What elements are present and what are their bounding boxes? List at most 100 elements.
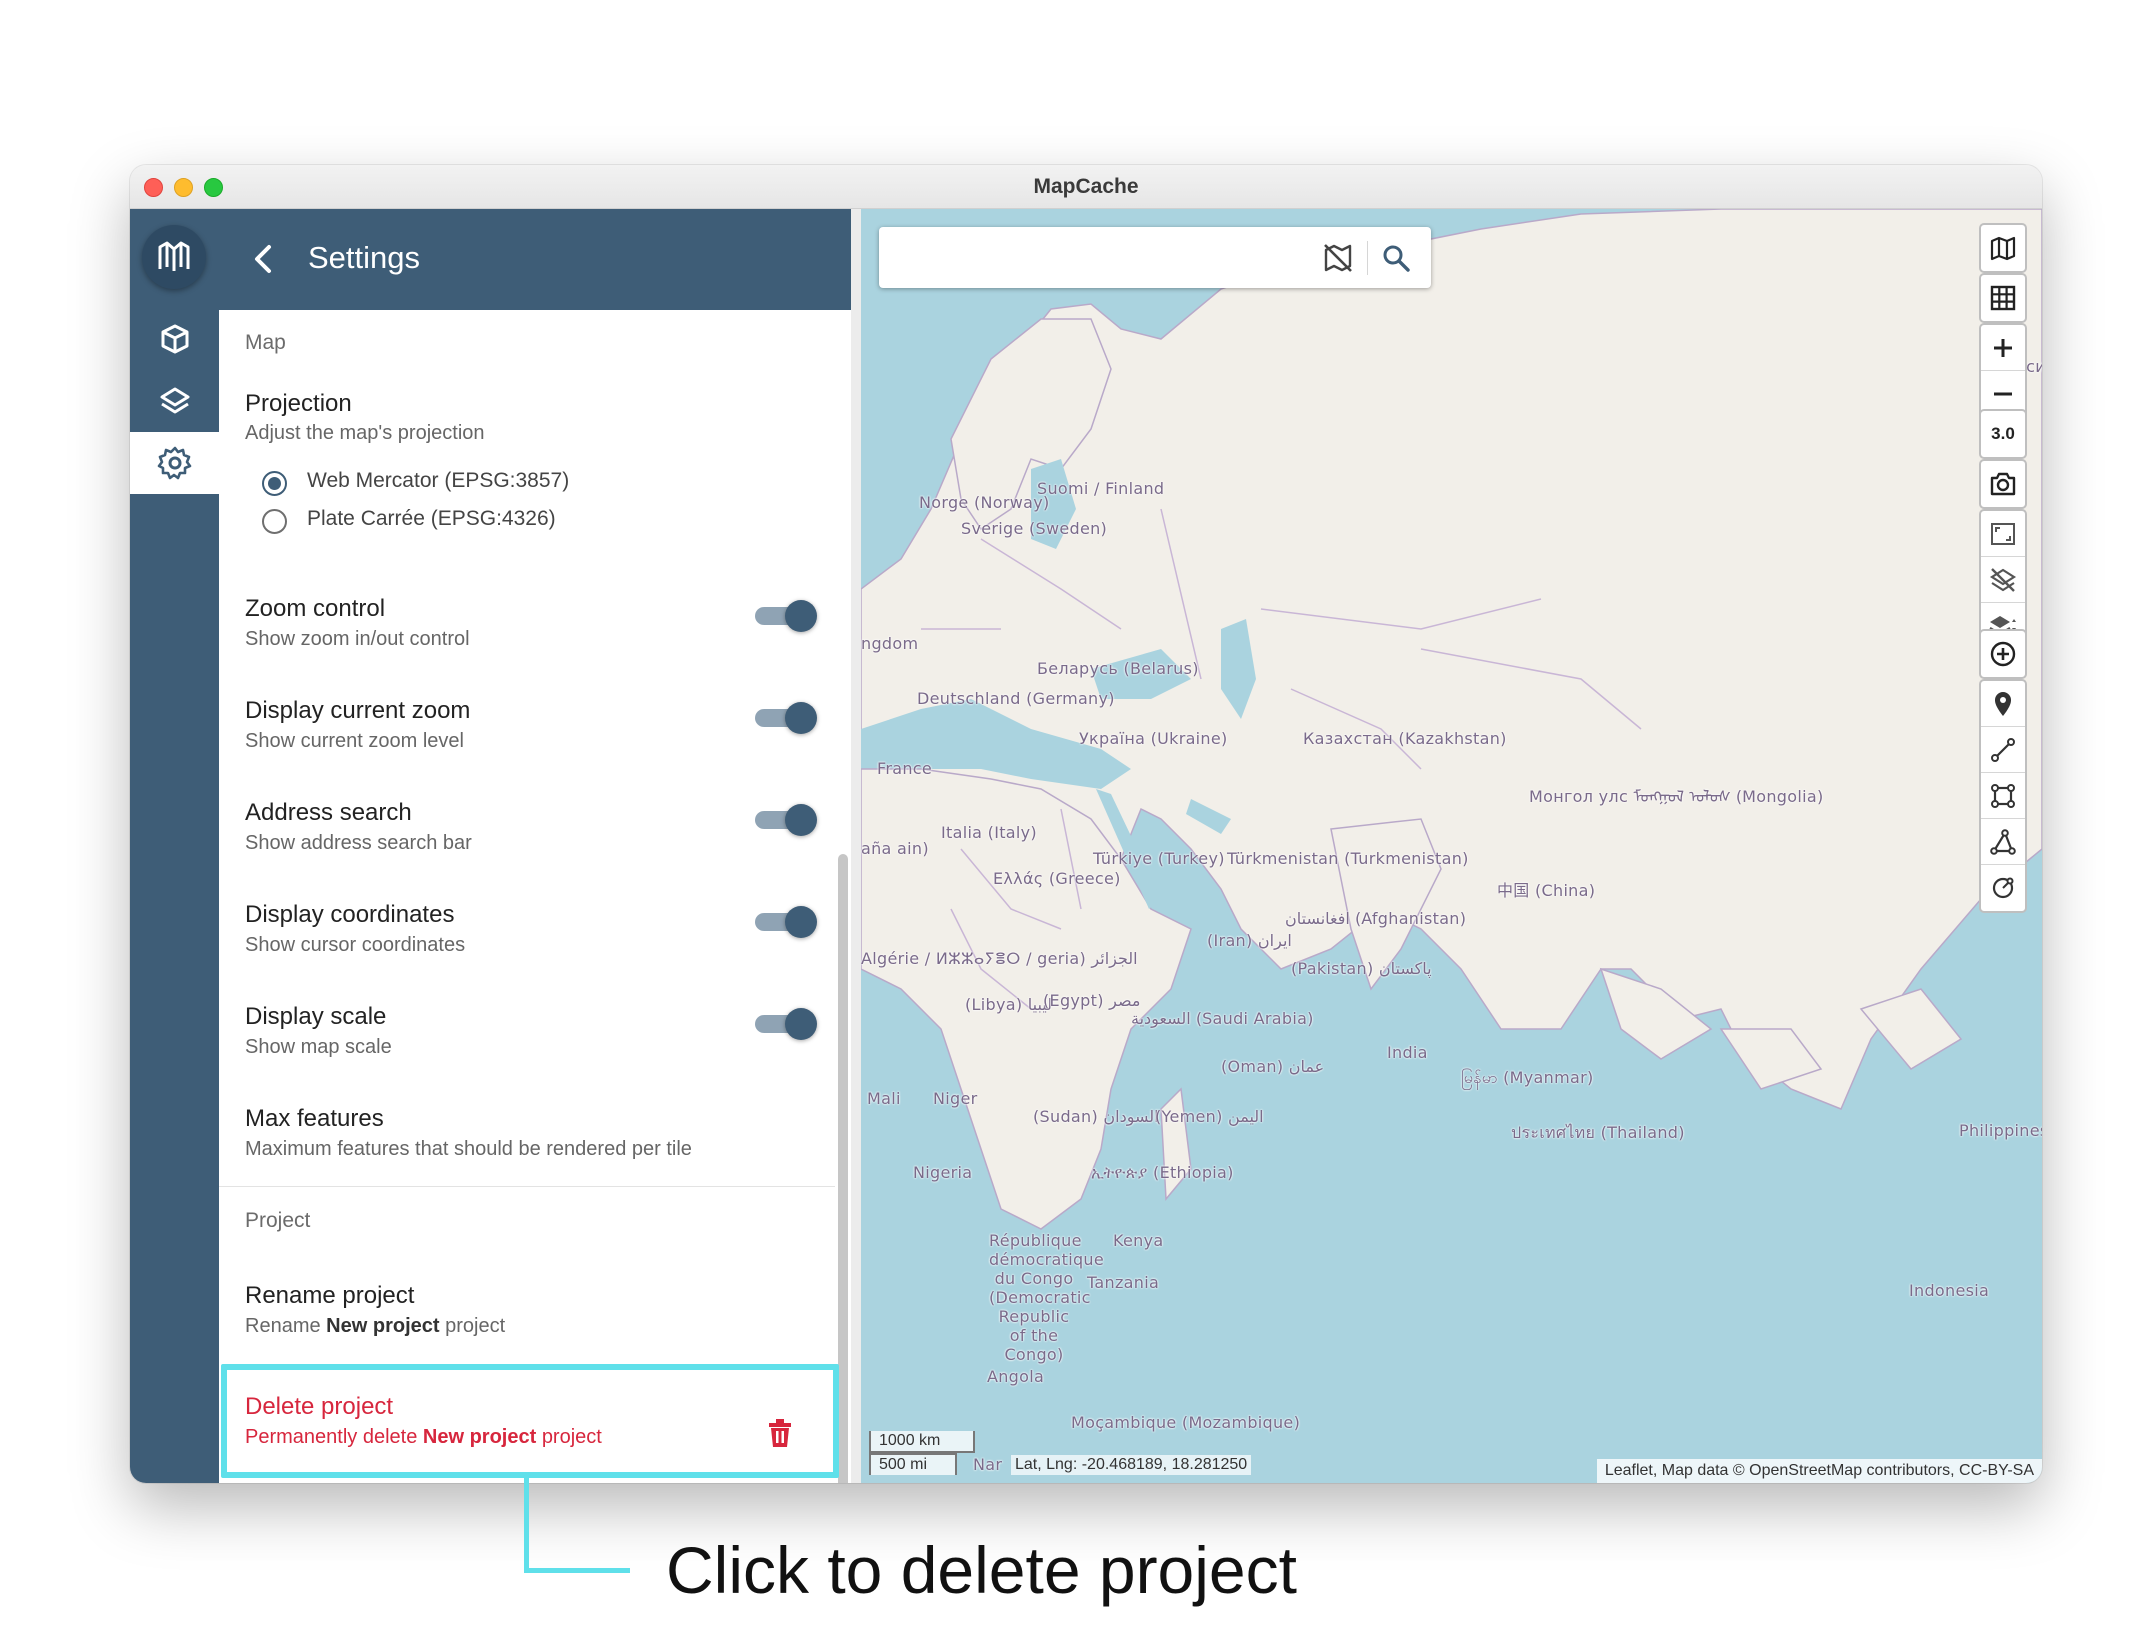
draw-triangle-button[interactable] <box>1981 819 2025 865</box>
rename-project-name: New project <box>326 1315 440 1337</box>
draw-line-button[interactable] <box>1981 727 2025 773</box>
address-search-toggle[interactable] <box>755 804 817 836</box>
max-features-title[interactable]: Max features <box>245 1105 384 1133</box>
map-attribution[interactable]: Leaflet, Map data © OpenStreetMap contri… <box>1596 1459 2042 1483</box>
rail-layers-button[interactable] <box>130 370 219 432</box>
map-label: Nigeria <box>913 1163 973 1182</box>
display-zoom-subtitle: Show current zoom level <box>245 730 464 752</box>
zoom-in-button[interactable] <box>1981 325 2025 371</box>
map-label: Deutschland (Germany) <box>917 689 1115 708</box>
map-label: Ελλάς (Greece) <box>993 869 1121 888</box>
draw-marker-button[interactable] <box>1981 681 2025 727</box>
map-scale: 1000 km 500 mi <box>869 1431 975 1475</box>
radio-plate-carree-label[interactable]: Plate Carrée (EPSG:4326) <box>307 507 556 531</box>
project-section-label: Project <box>245 1209 311 1232</box>
screenshot-button[interactable] <box>1981 461 2025 507</box>
map-label: ประเทศไทย (Thailand) <box>1511 1123 1685 1142</box>
rename-project-title[interactable]: Rename project <box>245 1282 414 1310</box>
address-search-subtitle: Show address search bar <box>245 832 472 854</box>
map-label: Italia (Italy) <box>941 823 1037 842</box>
nav-rail <box>130 209 219 1483</box>
marker-icon <box>1995 691 2011 716</box>
zoom-control-subtitle: Show zoom in/out control <box>245 628 470 650</box>
clear-search-button[interactable] <box>1321 241 1355 275</box>
add-layer-control <box>1979 629 2027 679</box>
fit-extent-button[interactable] <box>1981 511 2025 557</box>
cursor-coordinates: Lat, Lng: -20.468189, 18.281250 <box>1011 1455 1252 1475</box>
trash-icon[interactable] <box>765 1417 795 1449</box>
layers-icon <box>160 387 189 414</box>
map-label: ኢትዮጵያ (Ethiopia) <box>1091 1163 1234 1182</box>
address-search-input[interactable] <box>893 237 1293 277</box>
map-label: 中国 (China) <box>1497 881 1596 900</box>
delete-project-title[interactable]: Delete project <box>245 1393 393 1421</box>
camera-icon <box>1990 472 2016 496</box>
layers-off-icon <box>1989 567 2017 592</box>
map-label: (Sudan) السودان <box>1033 1107 1159 1126</box>
radio-web-mercator-label[interactable]: Web Mercator (EPSG:3857) <box>307 469 569 493</box>
map-off-icon <box>1324 244 1352 272</box>
zoom-control <box>1979 323 2027 419</box>
radio-web-mercator[interactable] <box>262 471 287 496</box>
grid-button[interactable] <box>1981 275 2025 321</box>
basemap-button[interactable] <box>1981 225 2025 271</box>
map-label: Sverige (Sweden) <box>961 519 1108 538</box>
map-label: aña ain) <box>861 839 929 858</box>
display-coordinates-toggle[interactable] <box>755 906 817 938</box>
map-label: Казахстан (Kazakhstan) <box>1303 729 1507 748</box>
scale-metric: 1000 km <box>869 1431 975 1453</box>
map-label: France <box>877 759 933 778</box>
display-coordinates-subtitle: Show cursor coordinates <box>245 934 466 956</box>
rail-projects-button[interactable] <box>130 308 219 370</box>
panel-scrollbar[interactable] <box>838 854 848 1483</box>
add-layer-button[interactable] <box>1981 631 2025 677</box>
map-icon <box>1990 236 2016 261</box>
display-zoom-toggle[interactable] <box>755 702 817 734</box>
search-button[interactable] <box>1379 241 1413 275</box>
map-label: Algérie / ⵍⵣⵣⴰⵢⴻⵔ / geria) الجزائر <box>861 949 1138 968</box>
map-label: Mali <box>867 1089 901 1108</box>
display-scale-title: Display scale <box>245 1003 387 1030</box>
cube-icon <box>161 324 188 354</box>
map-label: Angola <box>987 1367 1045 1386</box>
window-title: MapCache <box>1033 175 1139 198</box>
draw-polygon-button[interactable] <box>1981 773 2025 819</box>
plus-icon <box>1994 338 2012 357</box>
back-button[interactable] <box>243 237 283 281</box>
delete-project-row[interactable]: Delete project Permanently delete New pr… <box>219 1379 849 1483</box>
display-scale-toggle[interactable] <box>755 1008 817 1040</box>
hide-layers-button[interactable] <box>1981 557 2025 603</box>
zoom-control-title: Zoom control <box>245 595 386 622</box>
map-label: Монгол улс ᠮᠣᠩᠭᠣᠯ ᠤᠯᠤᠰ (Mongolia) <box>1529 787 1824 806</box>
map-view[interactable]: Norge (Norway) Suomi / Finland Sverige (… <box>861 209 2042 1483</box>
map-label: ngdom <box>861 634 919 653</box>
zoom-level-display: 3.0 <box>1991 424 2015 443</box>
screenshot-control <box>1979 459 2027 509</box>
add-circle-icon <box>1990 641 2016 667</box>
search-separator <box>1367 241 1368 275</box>
draw-circle-button[interactable] <box>1981 865 2025 911</box>
map-label: Україна (Ukraine) <box>1079 729 1228 748</box>
minus-icon <box>1994 392 2012 396</box>
basemap-control <box>1979 223 2027 273</box>
map-label: (Oman) عمان <box>1221 1057 1325 1076</box>
grid-control <box>1979 273 2027 323</box>
grid-icon <box>1990 285 2016 311</box>
map-label: Norge (Norway) <box>919 493 1050 512</box>
callout-connector <box>524 1478 529 1573</box>
map-label: السعودية (Saudi Arabia) <box>1131 1009 1314 1028</box>
zoom-control-toggle[interactable] <box>755 600 817 632</box>
draw-tools-control <box>1979 679 2027 913</box>
zoom-level-control: 3.0 <box>1979 409 2027 459</box>
projection-title: Projection <box>245 390 352 417</box>
settings-title: Settings <box>308 240 421 275</box>
projection-subtitle: Adjust the map's projection <box>245 422 485 444</box>
rail-settings-button[interactable] <box>130 432 219 494</box>
map-label: Moçambique (Mozambique) <box>1071 1413 1301 1432</box>
map-label: Беларусь (Belarus) <box>1037 659 1199 678</box>
radio-plate-carree[interactable] <box>262 509 287 534</box>
app-logo[interactable] <box>142 225 206 289</box>
rename-sub-suffix: project <box>445 1315 506 1337</box>
display-coordinates-title: Display coordinates <box>245 901 455 928</box>
settings-panel: Settings Map Projection Adjust the map's… <box>219 209 861 1483</box>
